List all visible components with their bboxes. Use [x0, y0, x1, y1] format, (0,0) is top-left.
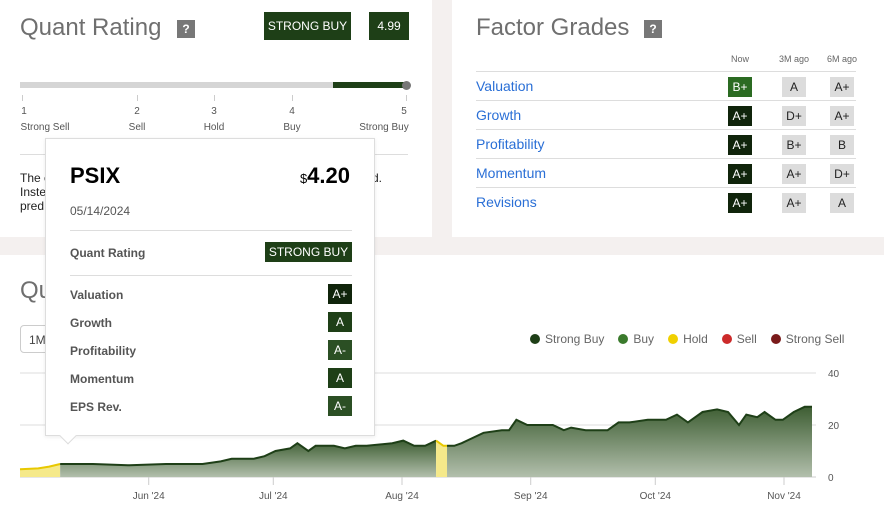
x-tick-label: Oct '24	[640, 491, 672, 502]
label: Valuation	[70, 288, 124, 302]
y-tick-label: 0	[828, 473, 834, 484]
grade-badge: A-	[328, 396, 352, 416]
tooltip-date: 05/14/2024	[70, 204, 131, 218]
grade-badge: A-	[328, 340, 352, 360]
tooltip-grade-row: Growth A	[70, 312, 352, 332]
divider	[70, 275, 352, 276]
grade-badge: A	[328, 312, 352, 332]
tooltip-grade-row: Momentum A	[70, 368, 352, 388]
tooltip-quant-row: Quant Rating STRONG BUY	[70, 242, 352, 262]
price-value: 4.20	[307, 163, 350, 188]
y-tick-label: 40	[828, 369, 840, 380]
tooltip-grade-row: EPS Rev. A-	[70, 396, 352, 416]
tooltip-price: $4.20	[300, 163, 350, 189]
label: Momentum	[70, 372, 134, 386]
label: Growth	[70, 316, 112, 330]
grade-badge: A+	[328, 284, 352, 304]
tooltip-grade-row: Profitability A-	[70, 340, 352, 360]
x-tick-label: Aug '24	[385, 491, 419, 502]
tooltip-ticker: PSIX	[70, 163, 121, 188]
label: EPS Rev.	[70, 400, 122, 414]
divider	[70, 230, 352, 231]
quant-badge: STRONG BUY	[265, 242, 352, 262]
x-tick-label: Jun '24	[133, 491, 165, 502]
x-tick-label: Jul '24	[259, 491, 288, 502]
x-tick-label: Sep '24	[514, 491, 548, 502]
grade-badge: A	[328, 368, 352, 388]
y-tick-label: 20	[828, 421, 840, 432]
label: Profitability	[70, 344, 137, 358]
chart-tooltip: PSIX $4.20 05/14/2024 Quant Rating STRONG…	[45, 138, 375, 445]
tooltip-grade-row: Valuation A+	[70, 284, 352, 304]
label: Quant Rating	[70, 246, 146, 260]
x-tick-label: Nov '24	[767, 491, 801, 502]
